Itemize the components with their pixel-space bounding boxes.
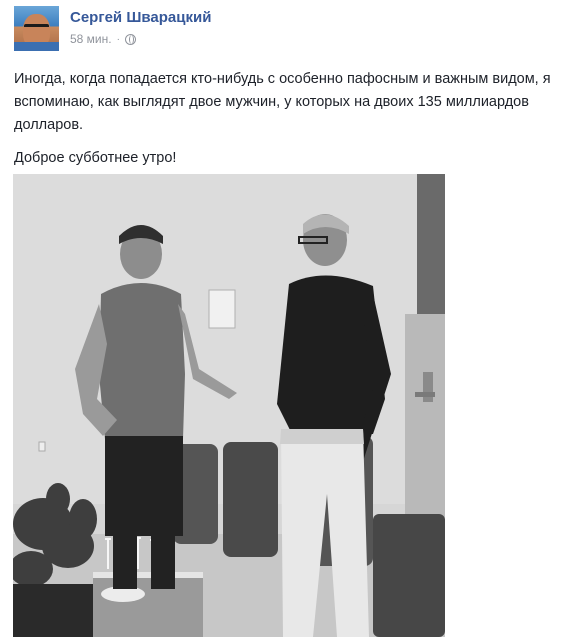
avatar-shirt — [14, 42, 59, 51]
avatar-glasses — [24, 24, 49, 32]
globe-icon[interactable] — [124, 33, 136, 45]
author-avatar[interactable] — [14, 6, 59, 51]
post-timestamp[interactable]: 58 мин. — [70, 32, 112, 46]
post-photo[interactable] — [13, 174, 445, 637]
post-paragraph: Иногда, когда попадается кто-нибудь с ос… — [14, 71, 551, 133]
post-text: Иногда, когда попадается кто-нибудь с ос… — [14, 68, 564, 180]
meta-separator: · — [116, 33, 120, 45]
photo-illustration — [13, 174, 445, 637]
post-paragraph: Доброе субботнее утро! — [14, 150, 177, 166]
author-name-link[interactable]: Сергей Шварацкий — [70, 9, 211, 26]
post-meta: 58 мин. · — [70, 32, 136, 46]
